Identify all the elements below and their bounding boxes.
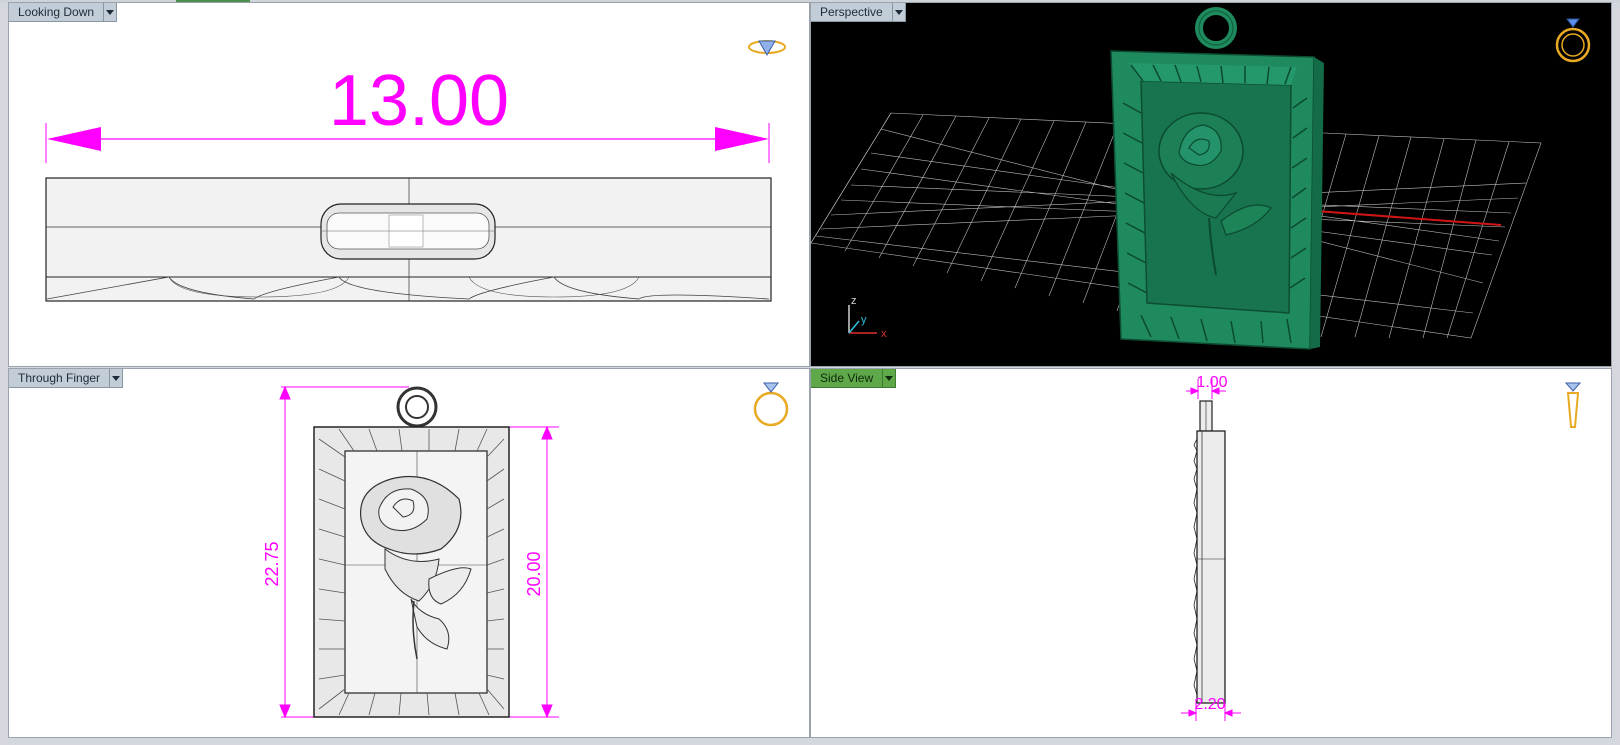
svg-text:x: x (881, 328, 887, 340)
viewport-label: Looking Down (9, 3, 105, 22)
pendant-side-view (1193, 400, 1226, 704)
ring-perspective-icon (1555, 18, 1591, 63)
ring-side-icon (1564, 382, 1582, 428)
looking-down-canvas (45, 123, 772, 302)
viewport-through-finger[interactable]: 22.75 20.00 Through Finger (8, 368, 810, 738)
side-view-canvas (1181, 379, 1241, 721)
svg-text:13.00: 13.00 (329, 63, 509, 133)
ring-top-icon (748, 40, 786, 57)
frame-dimension-text: 20.00 (524, 551, 544, 596)
viewport-side-view[interactable]: 1.00 2.20 Side View (810, 368, 1612, 738)
viewport-tab-side-view[interactable]: Side View (811, 369, 897, 388)
viewport-label: Perspective (811, 3, 893, 22)
svg-text:y: y (861, 314, 867, 326)
pendant-top-view (45, 177, 772, 302)
ring-front-icon (753, 382, 789, 427)
pendant-3d-model (1110, 7, 1324, 350)
viewport-perspective[interactable]: z y x Perspective (810, 2, 1612, 367)
viewport-tab-through-finger[interactable]: Through Finger (9, 369, 124, 388)
thickness-bottom-text: 2.20 (1194, 696, 1225, 713)
svg-text:z: z (851, 295, 857, 307)
pendant-front-view (313, 386, 510, 718)
chevron-down-icon[interactable] (883, 369, 897, 388)
viewport-tab-perspective[interactable]: Perspective (811, 3, 906, 22)
viewport-tab-looking-down[interactable]: Looking Down (9, 3, 118, 22)
width-dimension-text: 13.00 (329, 63, 509, 133)
viewport-label: Through Finger (9, 369, 111, 388)
svg-text:20.00: 20.00 (524, 551, 544, 596)
svg-text:22.75: 22.75 (262, 541, 282, 586)
chevron-down-icon[interactable] (892, 3, 906, 22)
thickness-top-text: 1.00 (1196, 374, 1227, 391)
through-finger-canvas (279, 385, 559, 719)
chevron-down-icon[interactable] (110, 369, 124, 388)
chevron-down-icon[interactable] (104, 3, 118, 22)
svg-text:1.00: 1.00 (1196, 374, 1227, 391)
viewport-label: Side View (811, 369, 884, 388)
perspective-canvas (811, 7, 1542, 350)
height-dimension-text: 22.75 (262, 541, 282, 586)
viewport-looking-down[interactable]: Looking Down 13.00 (8, 2, 810, 367)
axes-labels: z y x (851, 295, 887, 340)
svg-text:2.20: 2.20 (1194, 696, 1225, 713)
